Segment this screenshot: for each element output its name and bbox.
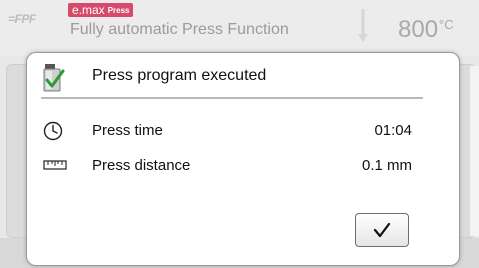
press-distance-label: Press distance <box>92 157 191 174</box>
press-time-label: Press time <box>92 122 163 139</box>
brand-logo: =FPF <box>8 12 36 26</box>
temperature-display: 800°C <box>398 16 454 44</box>
press-complete-dialog: Press program executed Press time 01:04 … <box>26 52 460 266</box>
thermometer-icon <box>358 9 368 42</box>
material-badge-sub: Press <box>107 6 130 15</box>
press-distance-value: 0.1 mm <box>361 157 412 174</box>
dialog-divider <box>41 97 423 99</box>
ruler-icon <box>43 160 67 170</box>
press-done-icon <box>43 64 65 92</box>
material-badge-label: e.max <box>72 3 105 17</box>
checkmark-icon <box>373 222 391 238</box>
clock-icon <box>43 121 63 141</box>
temperature-unit: °C <box>439 17 454 32</box>
dialog-title: Press program executed <box>92 67 267 84</box>
confirm-button[interactable] <box>355 213 409 247</box>
press-time-value: 01:04 <box>374 122 412 139</box>
material-badge: e.max Press <box>68 3 134 17</box>
background-edge <box>470 66 479 236</box>
program-title: Fully automatic Press Function <box>70 21 289 38</box>
app-header: =FPF e.max Press Fully automatic Press Fu… <box>0 0 479 56</box>
temperature-value: 800 <box>398 16 439 43</box>
